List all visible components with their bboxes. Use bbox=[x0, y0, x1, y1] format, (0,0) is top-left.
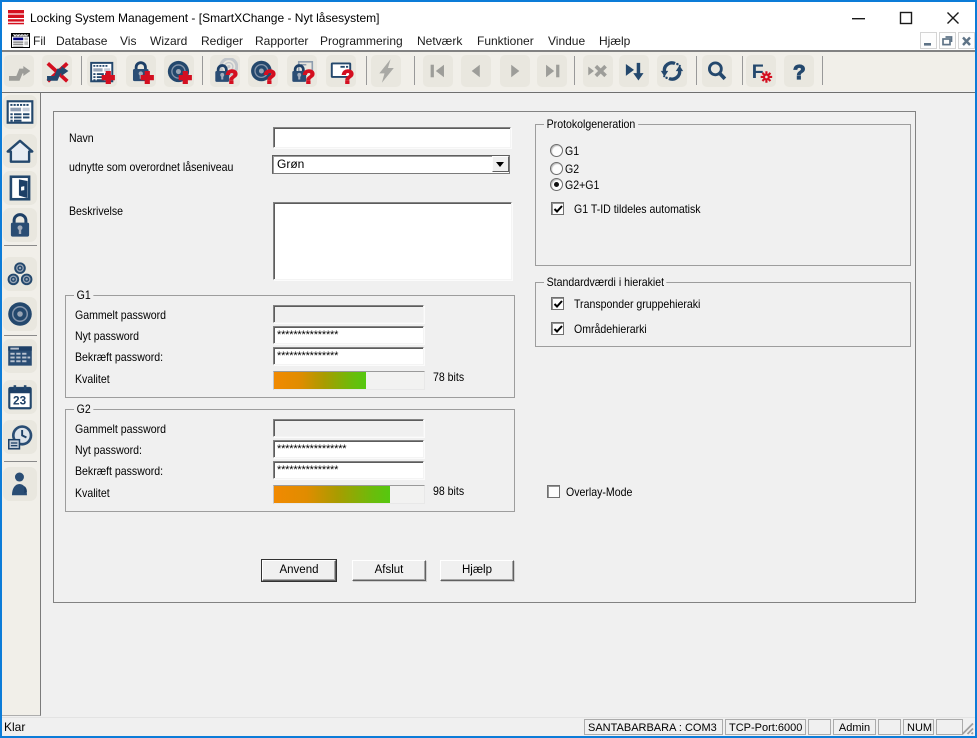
svg-text:?: ? bbox=[264, 66, 276, 84]
svg-text:?: ? bbox=[226, 66, 238, 84]
svg-text:?: ? bbox=[342, 66, 354, 84]
svg-text:23: 23 bbox=[13, 395, 27, 408]
svg-text:?: ? bbox=[793, 61, 806, 84]
svg-text:?: ? bbox=[303, 66, 315, 84]
svg-text:F: F bbox=[752, 61, 764, 83]
